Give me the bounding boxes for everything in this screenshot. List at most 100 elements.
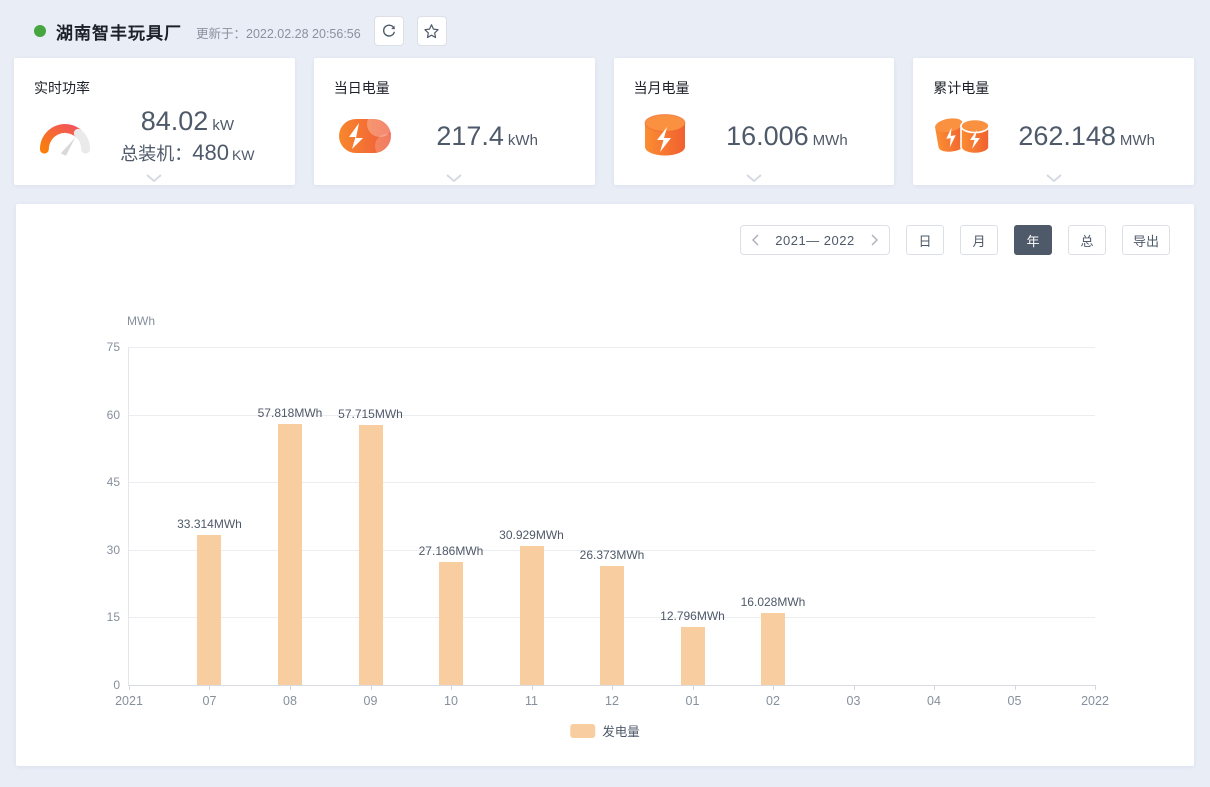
online-status-dot	[34, 25, 46, 37]
updated-timestamp: 更新于：2022.02.28 20:56:56	[196, 23, 361, 42]
x-axis-tick	[129, 685, 130, 690]
generation-bar[interactable]	[359, 425, 383, 685]
daily-energy-value: 217.4	[436, 121, 504, 151]
generation-bar[interactable]	[278, 424, 302, 685]
bar-value-label: 57.715MWh	[338, 407, 403, 421]
x-tick-label: 2022	[1081, 694, 1109, 708]
y-tick-label: 60	[107, 408, 120, 422]
view-toggle-button[interactable]: 月	[960, 225, 998, 255]
installed-capacity-label: 总装机：	[120, 144, 192, 164]
daily-energy-unit: kWh	[508, 132, 538, 149]
x-axis-tick	[934, 685, 935, 690]
installed-capacity-line: 总装机：480KW	[120, 140, 254, 166]
monthly-energy-unit: MWh	[813, 132, 848, 149]
x-tick-label: 11	[525, 694, 538, 708]
range-prev-icon[interactable]	[751, 234, 760, 246]
view-toggle-group: 日月年总导出	[906, 225, 1170, 255]
refresh-icon	[381, 23, 397, 39]
y-tick-label: 15	[107, 610, 120, 624]
card-label: 当月电量	[634, 78, 879, 98]
bar-value-label: 33.314MWh	[177, 517, 242, 531]
refresh-button[interactable]	[374, 16, 404, 46]
view-toggle-button[interactable]: 年	[1014, 225, 1052, 255]
installed-capacity-value: 480	[192, 140, 229, 165]
x-axis-tick	[371, 685, 372, 690]
power-value: 84.02	[141, 106, 209, 136]
x-axis-tick	[612, 685, 613, 690]
view-toggle-button[interactable]: 总	[1068, 225, 1106, 255]
bar-value-label: 27.186MWh	[419, 544, 484, 558]
total-energy-value: 262.148	[1018, 121, 1116, 151]
range-next-icon[interactable]	[870, 234, 879, 246]
x-axis-tick	[1095, 685, 1096, 690]
star-icon	[423, 23, 440, 40]
card-realtime-power: 实时功率 84.02kW 总装机：480KW	[14, 58, 295, 185]
generation-bar[interactable]	[681, 627, 705, 685]
favorite-button[interactable]	[417, 16, 447, 46]
x-tick-label: 03	[847, 694, 861, 708]
x-tick-label: 01	[686, 694, 700, 708]
x-tick-label: 07	[203, 694, 217, 708]
card-expand-chevron-icon[interactable]	[446, 174, 462, 182]
generation-chart-card: 2021— 2022 日月年总导出 MWh 015304560752021073…	[16, 204, 1194, 766]
generation-bar[interactable]	[197, 535, 221, 685]
card-expand-chevron-icon[interactable]	[146, 174, 162, 182]
y-tick-label: 75	[107, 340, 120, 354]
y-tick-label: 30	[107, 543, 120, 557]
y-axis-unit-label: MWh	[127, 314, 155, 328]
bar-value-label: 30.929MWh	[499, 528, 564, 542]
chart-toolbar: 2021— 2022 日月年总导出	[740, 225, 1170, 255]
y-tick-label: 45	[107, 475, 120, 489]
gridline	[129, 347, 1095, 348]
daily-energy-line: 217.4kWh	[436, 121, 538, 152]
monthly-energy-icon	[634, 114, 696, 158]
x-tick-label: 04	[927, 694, 941, 708]
monthly-energy-line: 16.006MWh	[726, 121, 848, 152]
x-axis-tick	[773, 685, 774, 690]
x-axis-tick	[290, 685, 291, 690]
power-gauge-icon	[34, 110, 96, 162]
x-tick-label: 02	[766, 694, 780, 708]
power-unit: kW	[212, 117, 234, 134]
monthly-energy-value: 16.006	[726, 121, 809, 151]
x-tick-label: 12	[605, 694, 619, 708]
legend-swatch	[570, 724, 595, 738]
bar-value-label: 26.373MWh	[580, 548, 645, 562]
generation-bar[interactable]	[439, 562, 463, 685]
power-value-line: 84.02kW	[141, 106, 234, 137]
daily-energy-icon	[334, 118, 396, 154]
legend-item-generation[interactable]: 发电量	[570, 721, 640, 740]
x-axis-tick	[1015, 685, 1016, 690]
legend-label: 发电量	[602, 721, 640, 740]
stat-cards-row: 实时功率 84.02kW 总装机：480KW	[14, 58, 1194, 185]
x-axis-tick	[854, 685, 855, 690]
card-expand-chevron-icon[interactable]	[746, 174, 762, 182]
gridline	[129, 482, 1095, 483]
x-axis-tick	[451, 685, 452, 690]
date-range-picker[interactable]: 2021— 2022	[740, 225, 890, 255]
card-label: 当日电量	[334, 78, 579, 98]
total-energy-unit: MWh	[1120, 132, 1155, 149]
x-tick-label: 05	[1008, 694, 1022, 708]
generation-bar[interactable]	[761, 613, 785, 685]
x-axis-tick	[693, 685, 694, 690]
bar-value-label: 16.028MWh	[741, 595, 806, 609]
x-tick-label: 2021	[115, 694, 143, 708]
generation-bar[interactable]	[600, 566, 624, 685]
card-expand-chevron-icon[interactable]	[1046, 174, 1062, 182]
card-label: 实时功率	[34, 78, 279, 98]
page-header: 湖南智丰玩具厂 更新于：2022.02.28 20:56:56	[0, 0, 1210, 58]
site-title: 湖南智丰玩具厂	[56, 19, 182, 44]
installed-capacity-unit: KW	[232, 147, 255, 163]
y-tick-label: 0	[113, 678, 120, 692]
total-energy-icon	[933, 113, 995, 159]
x-tick-label: 09	[364, 694, 378, 708]
view-toggle-button[interactable]: 日	[906, 225, 944, 255]
export-button[interactable]: 导出	[1122, 225, 1170, 255]
plot-area: MWh 0153045607520210733.314MWh0857.818MW…	[128, 347, 1095, 686]
x-tick-label: 08	[283, 694, 297, 708]
total-energy-line: 262.148MWh	[1018, 121, 1155, 152]
bar-value-label: 12.796MWh	[660, 609, 725, 623]
card-monthly-energy: 当月电量 16.006MWh	[614, 58, 895, 185]
generation-bar[interactable]	[520, 546, 544, 685]
